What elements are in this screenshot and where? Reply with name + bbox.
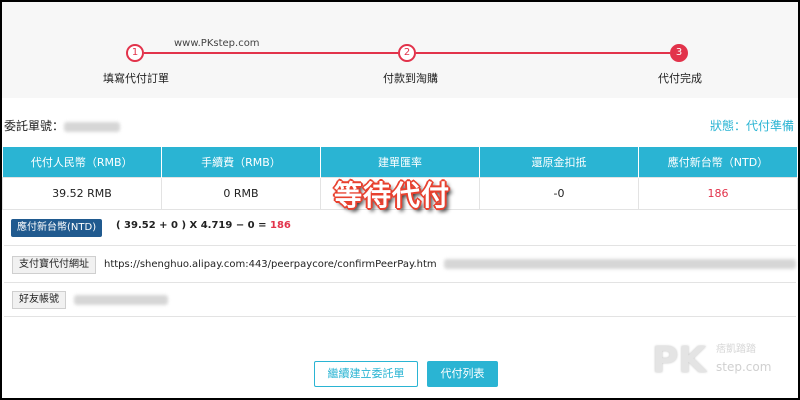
waiting-overlay-text: 等待代付 bbox=[334, 179, 451, 212]
cell-ntd: 186 bbox=[638, 176, 798, 210]
header-rate: 建單匯率 bbox=[320, 147, 480, 177]
watermark-text: www.PKstep.com bbox=[174, 38, 260, 49]
step-connector-2 bbox=[416, 52, 670, 54]
step-connector-1 bbox=[144, 52, 398, 54]
header-fee: 手續費（RMB） bbox=[161, 147, 321, 177]
friend-account-label: 好友帳號 bbox=[12, 291, 66, 309]
step-3-circle: 3 bbox=[670, 44, 688, 62]
header-ntd: 應付新台幣（NTD） bbox=[638, 147, 798, 177]
status-text: 狀態：代付準備 bbox=[709, 119, 794, 133]
payment-list-button[interactable]: 代付列表 bbox=[427, 361, 498, 387]
divider bbox=[4, 245, 796, 246]
step-1-circle: 1 bbox=[126, 44, 144, 62]
friend-account-value bbox=[74, 295, 168, 306]
cell-refund: -0 bbox=[479, 176, 639, 210]
logo-mark: PK bbox=[652, 340, 707, 381]
formula-result: 186 bbox=[269, 220, 291, 231]
logo-name: 痞凱踏踏 bbox=[716, 344, 756, 355]
pkstep-logo: PK 痞凱踏踏 step.com bbox=[652, 340, 771, 381]
cell-fee: 0 RMB bbox=[161, 176, 321, 210]
order-number-label: 委託單號： bbox=[4, 119, 65, 133]
alipay-url-link[interactable]: https://shenghuo.alipay.com:443/peerpayc… bbox=[104, 259, 437, 270]
order-number-row: 委託單號： bbox=[4, 117, 121, 134]
header-refund: 還原金扣抵 bbox=[479, 147, 639, 177]
table-header-row: 代付人民幣（RMB） 手續費（RMB） 建單匯率 還原金扣抵 應付新台幣（NTD… bbox=[2, 147, 798, 177]
cell-rmb: 39.52 RMB bbox=[2, 176, 162, 210]
step-2-label: 付款到淘購 bbox=[383, 72, 438, 85]
order-number-redacted bbox=[64, 121, 121, 132]
step-1-label: 填寫代付訂單 bbox=[103, 72, 169, 85]
step-3-label: 代付完成 bbox=[658, 72, 702, 85]
step-2-circle: 2 bbox=[398, 44, 416, 62]
divider bbox=[4, 316, 796, 317]
alipay-url-row: https://shenghuo.alipay.com:443/peerpayc… bbox=[104, 259, 796, 270]
formula-expression: ( 39.52 + 0 ) X 4.719 − 0 = bbox=[116, 220, 270, 231]
logo-url: step.com bbox=[716, 360, 772, 374]
formula-text: ( 39.52 + 0 ) X 4.719 − 0 = 186 bbox=[116, 220, 291, 231]
friend-account-redacted bbox=[74, 295, 168, 305]
page-frame: www.PKstep.com 1 2 3 填寫代付訂單 付款到淘購 代付完成 委… bbox=[0, 0, 800, 400]
divider bbox=[4, 282, 796, 283]
header-rmb: 代付人民幣（RMB） bbox=[2, 147, 162, 177]
continue-create-order-button[interactable]: 繼續建立委託單 bbox=[314, 361, 418, 387]
ntd-badge: 應付新台幣(NTD) bbox=[11, 219, 103, 237]
alipay-url-label: 支付寶代付網址 bbox=[12, 256, 96, 274]
alipay-url-redacted bbox=[443, 259, 796, 269]
